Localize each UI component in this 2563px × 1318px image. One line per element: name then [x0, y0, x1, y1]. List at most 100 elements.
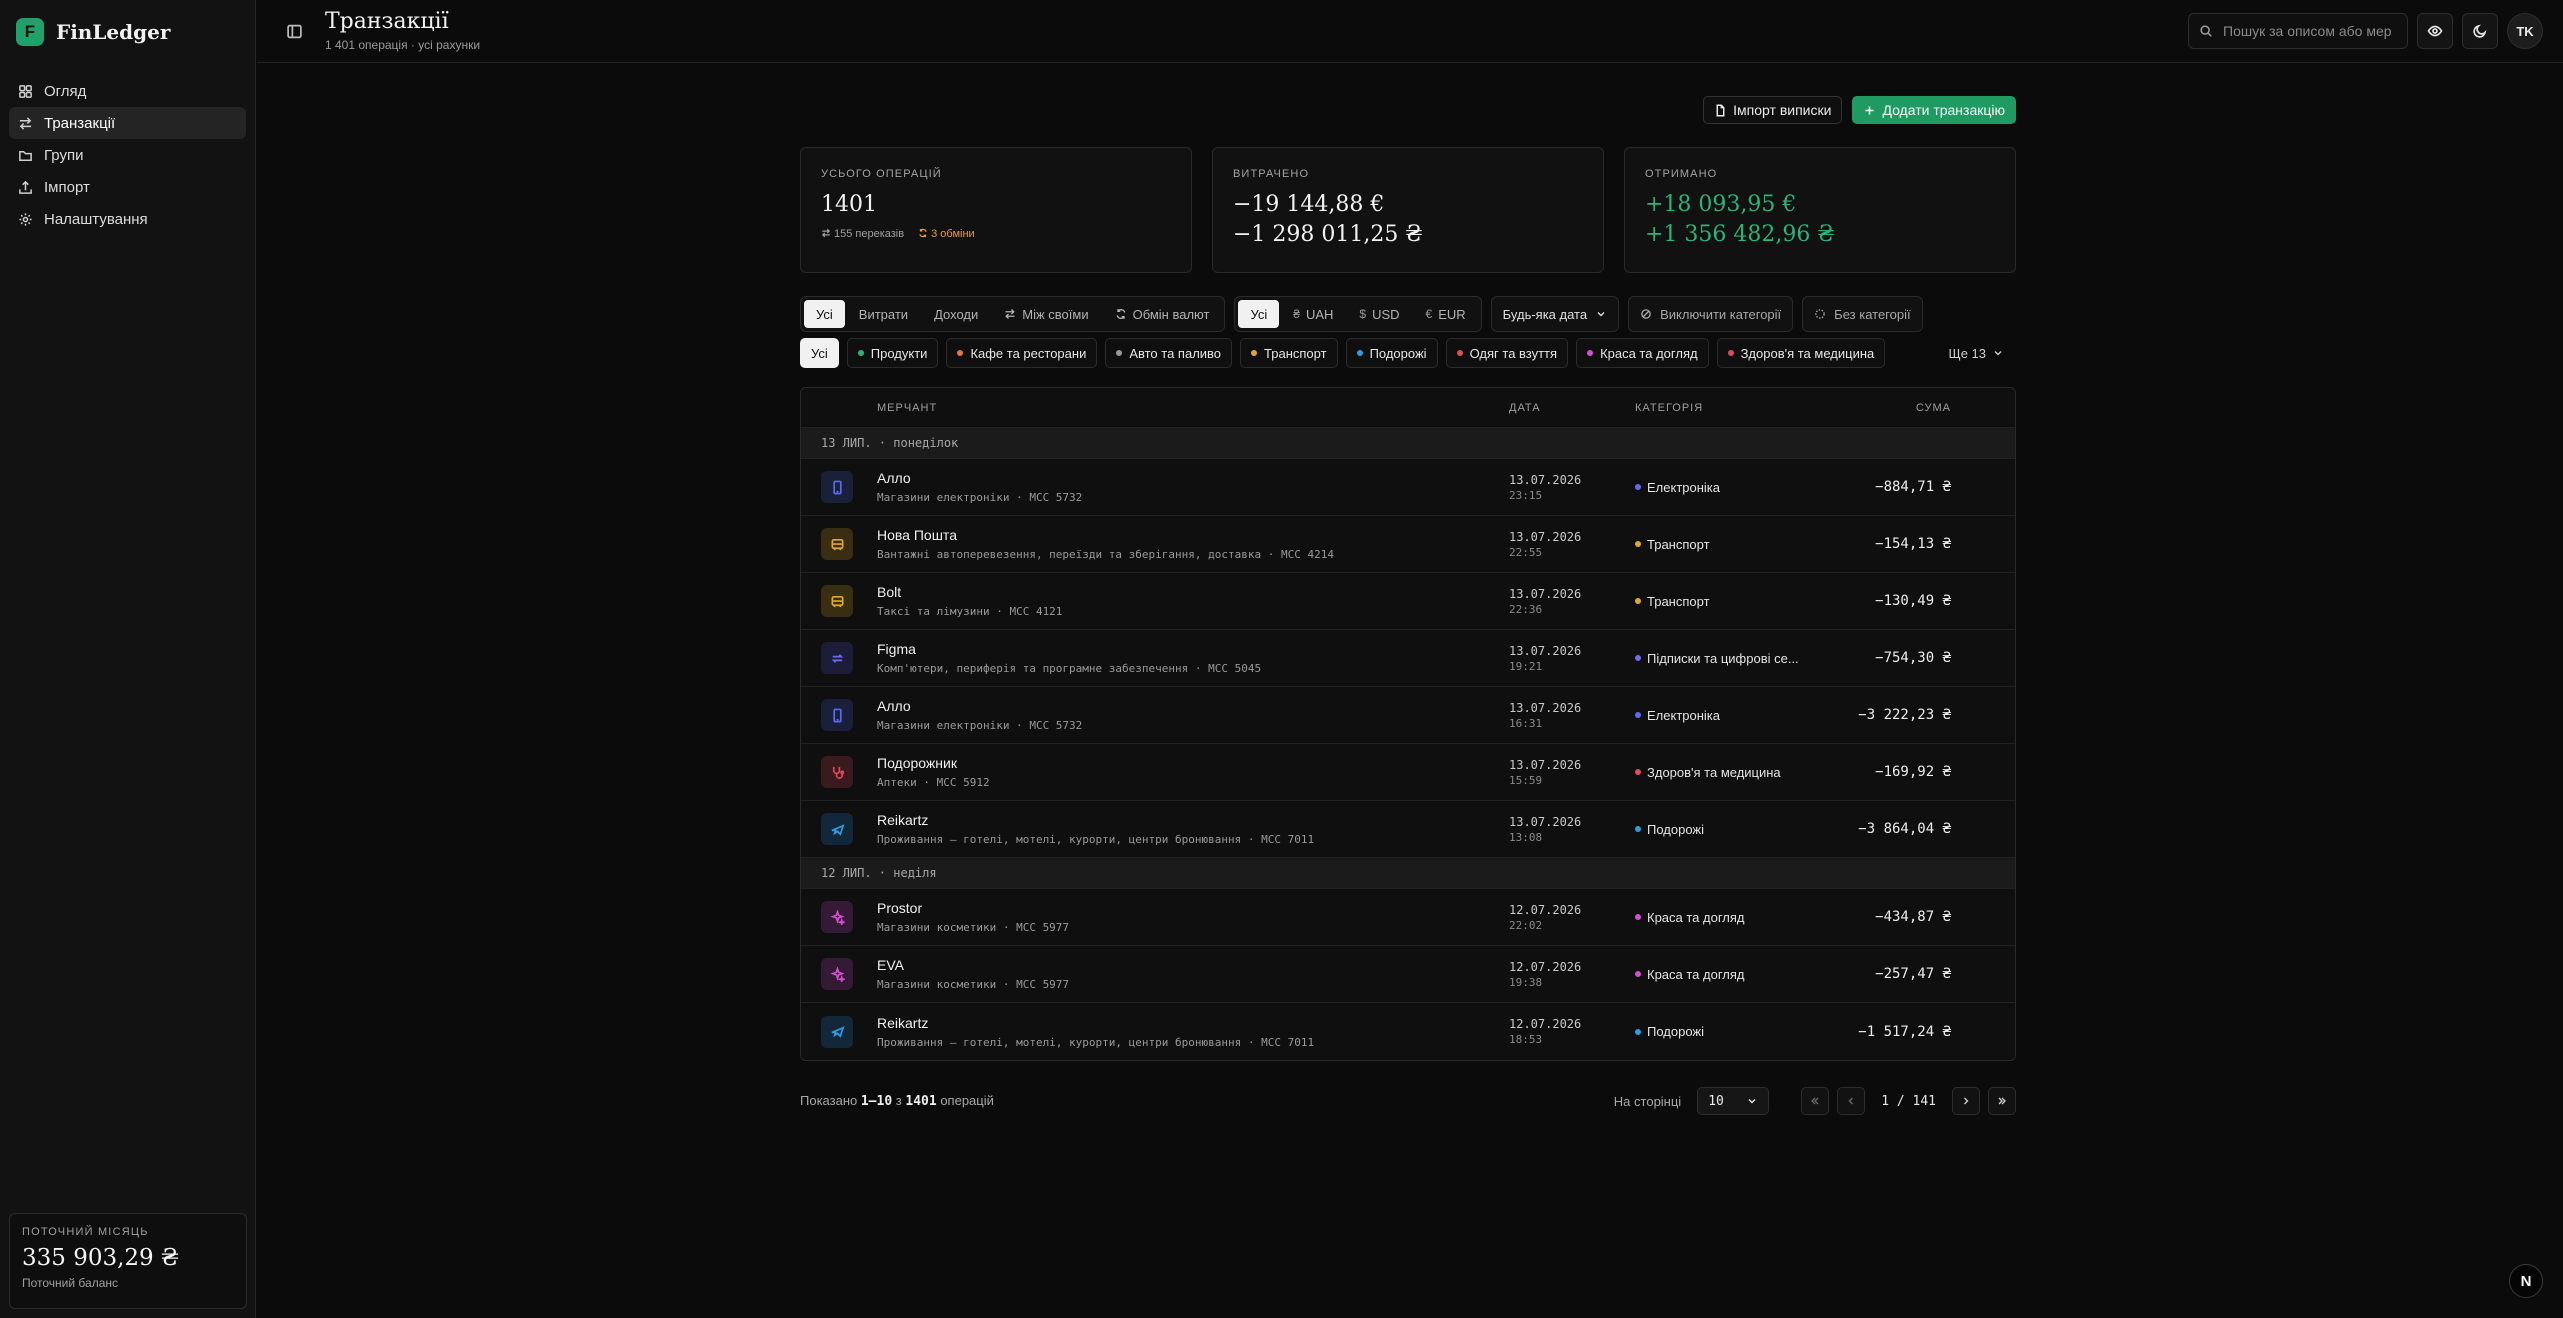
category-chip[interactable]: Транспорт [1240, 338, 1338, 368]
no-category-button[interactable]: Без категорії [1802, 296, 1923, 332]
transfer-icon [1005, 309, 1015, 319]
date-cell: 12.07.2026 18:53 [1509, 1017, 1635, 1046]
currency-filter-all[interactable]: Усі [1238, 300, 1280, 328]
sidebar-item-import[interactable]: Імпорт [9, 171, 246, 203]
sidebar-toggle-button[interactable] [283, 20, 305, 42]
main-content: Імпорт виписки Додати транзакцію УСЬОГО … [800, 96, 2016, 1115]
category-label: Подорожі [1647, 821, 1705, 837]
brand[interactable]: F FinLedger [0, 0, 255, 63]
phone-icon [821, 471, 853, 503]
merchant-description: Магазини електроніки · MCC 5732 [877, 491, 1083, 504]
category-dot [957, 350, 964, 356]
table-row[interactable]: Нова Пошта Вантажні автоперевезення, пер… [801, 516, 2015, 573]
date-cell: 13.07.2026 15:59 [1509, 758, 1635, 787]
import-statement-label: Імпорт виписки [1733, 102, 1832, 118]
last-page-button[interactable] [1988, 1087, 2016, 1115]
column-merchant: МЕРЧАНТ [877, 401, 938, 414]
table-row[interactable]: Bolt Таксі та лімузини · MCC 4121 13.07.… [801, 573, 2015, 630]
type-filter-internal[interactable]: Між своїми [992, 300, 1100, 328]
add-transaction-button[interactable]: Додати транзакцію [1852, 96, 2016, 124]
merchant-name: Bolt [877, 584, 902, 600]
per-page-select[interactable]: 10 [1697, 1087, 1770, 1115]
merchant-icon-cell [801, 1015, 877, 1048]
table-row[interactable]: Подорожник Аптеки · MCC 5912 13.07.2026 … [801, 744, 2015, 801]
category-label: Подорожі [1647, 1024, 1705, 1039]
moon-icon [2473, 24, 2487, 38]
sidebar-item-settings[interactable]: Налаштування [9, 203, 246, 235]
merchant-icon-cell [801, 642, 877, 674]
table-row[interactable]: Reikartz Проживання — готелі, мотелі, ку… [801, 1003, 2015, 1060]
category-chip[interactable]: Авто та паливо [1105, 338, 1233, 368]
total-pages: 141 [1912, 1093, 1936, 1109]
import-statement-button[interactable]: Імпорт виписки [1703, 96, 1843, 124]
table-row[interactable]: Алло Магазини електроніки · MCC 5732 13.… [801, 687, 2015, 744]
more-categories-button[interactable]: Ще 13 [1949, 346, 2017, 361]
avatar[interactable]: TK [2507, 13, 2543, 49]
category-cell: Транспорт [1635, 537, 1805, 552]
sidebar-toggle-icon [286, 24, 302, 38]
category-chip[interactable]: Кафе та ресторани [946, 338, 1098, 368]
transaction-date: 13.07.2026 [1509, 472, 1582, 487]
first-page-button[interactable] [1801, 1087, 1830, 1115]
sidebar-item-label: Імпорт [44, 178, 90, 196]
table-row[interactable]: Figma Комп'ютери, периферія та програмне… [801, 630, 2015, 687]
merchant-name: EVA [877, 957, 904, 973]
transfer-icon [821, 228, 831, 237]
category-dot [1456, 350, 1463, 356]
header-actions: TK [2188, 13, 2543, 49]
merchant-description: Магазини косметики · MCC 5977 [877, 921, 1070, 934]
currency-filter-usd[interactable]: $ USD [1347, 300, 1411, 328]
type-filter-all[interactable]: Усі [804, 300, 845, 328]
exclude-categories-button[interactable]: Виключити категорії [1628, 296, 1794, 332]
category-dot [1635, 598, 1641, 604]
type-filter: Усі Витрати Доходи Між своїми Обмін валю… [800, 296, 1226, 332]
floating-assistant-button[interactable]: N [2509, 1264, 2543, 1298]
category-dot [857, 350, 864, 356]
category-chip[interactable]: Одяг та взуття [1445, 338, 1569, 368]
category-chip-all[interactable]: Усі [800, 338, 839, 368]
sidebar-item-transactions[interactable]: Транзакції [9, 107, 246, 139]
theme-toggle-button[interactable] [2462, 13, 2498, 49]
table-row[interactable]: Алло Магазини електроніки · MCC 5732 13.… [801, 459, 2015, 516]
type-filter-exchange[interactable]: Обмін валют [1103, 300, 1222, 328]
stat-value: −19 144,88 € −1 298 011,25 ₴ [1233, 190, 1583, 249]
bus-icon [821, 528, 853, 560]
prev-page-button[interactable] [1837, 1087, 1866, 1115]
currency-filter: Усі ₴ UAH $ USD € EUR [1234, 296, 1482, 332]
column-date: ДАТА [1509, 401, 1541, 414]
merchant-icon-cell [801, 471, 877, 503]
toggle-visibility-button[interactable] [2417, 13, 2453, 49]
date-cell: 13.07.2026 23:15 [1509, 473, 1635, 502]
date-filter-dropdown[interactable]: Будь-яка дата [1490, 296, 1620, 332]
stats: УСЬОГО ОПЕРАЦІЙ 1401 155 переказів 3 обм… [800, 147, 2016, 273]
category-chip[interactable]: Продукти [846, 338, 939, 368]
grid-icon [19, 84, 32, 98]
transaction-time: 22:55 [1509, 545, 1543, 559]
page-subtitle: 1 401 операція · усі рахунки [325, 38, 481, 53]
category-dot [1587, 350, 1594, 356]
sidebar-item-label: Транзакції [44, 114, 116, 132]
table-row[interactable]: Reikartz Проживання — готелі, мотелі, ку… [801, 801, 2015, 858]
merchant-description: Вантажні автоперевезення, переїзди та зб… [877, 548, 1334, 561]
category-chip[interactable]: Краса та догляд [1576, 338, 1709, 368]
category-chip[interactable]: Здоров'я та медицина [1716, 338, 1886, 368]
sidebar-item-overview[interactable]: Огляд [9, 75, 246, 107]
category-dot [1356, 350, 1363, 356]
currency-filter-uah[interactable]: ₴ UAH [1281, 300, 1345, 328]
type-filter-income[interactable]: Доходи [922, 300, 990, 328]
stat-spent: ВИТРАЧЕНО −19 144,88 € −1 298 011,25 ₴ [1212, 147, 1604, 273]
currency-filter-eur[interactable]: € EUR [1414, 300, 1478, 328]
sidebar-item-groups[interactable]: Групи [9, 139, 246, 171]
category-chip[interactable]: Подорожі [1345, 338, 1438, 368]
category-cell: Електроніка [1635, 708, 1805, 723]
search-input[interactable] [2223, 23, 2397, 39]
stat-total: УСЬОГО ОПЕРАЦІЙ 1401 155 переказів 3 обм… [800, 147, 1192, 273]
next-page-button[interactable] [1952, 1087, 1980, 1115]
table-row[interactable]: EVA Магазини косметики · MCC 5977 12.07.… [801, 946, 2015, 1003]
stat-received: ОТРИМАНО +18 093,95 € +1 356 482,96 ₴ [1624, 147, 2016, 273]
chevron-left-icon [1848, 1097, 1854, 1105]
type-filter-expenses[interactable]: Витрати [847, 300, 920, 328]
transaction-date: 13.07.2026 [1509, 757, 1582, 772]
table-row[interactable]: Prostor Магазини косметики · MCC 5977 12… [801, 889, 2015, 946]
received-eur: +18 093,95 € [1645, 192, 1797, 217]
